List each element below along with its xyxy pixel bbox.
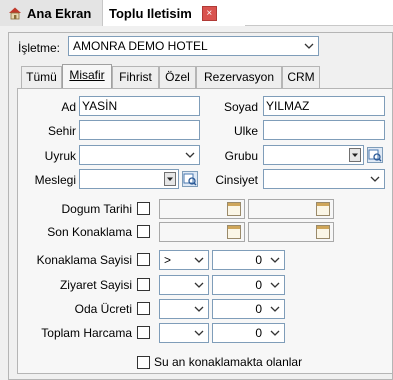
oda-ucreti-checkbox[interactable] [137, 302, 150, 315]
ziyaret-sayisi-label: Ziyaret Sayisi [59, 278, 132, 292]
grubu-select[interactable] [263, 145, 364, 165]
grubu-label: Grubu [224, 149, 258, 163]
son-konaklama-end[interactable] [248, 222, 334, 242]
son-konaklama-checkbox[interactable] [137, 225, 150, 238]
oda-ucreti-operator[interactable] [159, 299, 209, 319]
konaklama-sayisi-number: 0 [255, 253, 262, 267]
chevron-down-icon [369, 172, 381, 186]
tab-tumu[interactable]: Tümü [21, 66, 62, 88]
meslegi-select[interactable] [79, 169, 179, 189]
home-icon [8, 6, 22, 20]
sehir-label: Sehir [47, 124, 76, 138]
konaklama-sayisi-operator[interactable]: > [159, 250, 209, 270]
oda-ucreti-number: 0 [255, 302, 262, 316]
toplam-harcama-operator[interactable] [159, 323, 209, 343]
calendar-icon[interactable] [316, 225, 330, 239]
dogum-tarihi-checkbox[interactable] [137, 202, 150, 215]
ad-label: Ad [61, 100, 76, 114]
konaklama-sayisi-checkbox[interactable] [137, 253, 150, 266]
cinsiyet-label: Cinsiyet [215, 173, 258, 187]
su-an-konaklamakta-checkbox[interactable] [137, 356, 150, 369]
isletme-label: İşletme: [18, 41, 61, 55]
tab-ozel[interactable]: Özel [159, 66, 196, 88]
ziyaret-sayisi-value[interactable]: 0 [212, 275, 285, 295]
toplam-harcama-checkbox[interactable] [137, 326, 150, 339]
soyad-label: Soyad [223, 100, 258, 114]
oda-ucreti-value[interactable]: 0 [212, 299, 285, 319]
oda-ucreti-label: Oda Ücreti [74, 302, 132, 316]
chevron-down-icon [193, 253, 205, 267]
toplam-harcama-value[interactable]: 0 [212, 323, 285, 343]
chevron-down-icon [269, 326, 281, 340]
konaklama-sayisi-operator-value: > [164, 253, 172, 267]
uyruk-label: Uyruk [44, 149, 76, 163]
cinsiyet-select[interactable] [263, 169, 385, 189]
chevron-down-icon [269, 253, 281, 267]
chevron-down-icon[interactable] [164, 172, 176, 186]
isletme-select[interactable]: AMONRA DEMO HOTEL [68, 36, 319, 56]
chevron-down-icon [193, 326, 205, 340]
meslegi-label: Meslegi [34, 173, 76, 187]
tab-crm[interactable]: CRM [282, 66, 320, 88]
calendar-icon[interactable] [227, 202, 241, 216]
chevron-down-icon [303, 39, 315, 53]
konaklama-sayisi-label: Konaklama Sayisi [36, 253, 132, 267]
ulke-field[interactable] [263, 120, 385, 140]
chevron-down-icon [193, 302, 205, 316]
tab-fihrist[interactable]: Fihrist [112, 66, 159, 88]
sehir-field[interactable] [79, 120, 200, 140]
soyad-field[interactable]: YILMAZ [263, 96, 385, 116]
ziyaret-sayisi-number: 0 [255, 278, 262, 292]
chevron-down-icon [193, 278, 205, 292]
dogum-tarihi-end[interactable] [248, 199, 334, 219]
toplam-harcama-number: 0 [255, 326, 262, 340]
tab-rezervasyon[interactable]: Rezervasyon [196, 66, 282, 88]
close-icon[interactable]: × [201, 5, 217, 21]
dogum-tarihi-start[interactable] [159, 199, 245, 219]
ziyaret-sayisi-checkbox[interactable] [137, 278, 150, 291]
toplu-iletisim-tab[interactable]: Toplu Iletisim × [103, 0, 245, 26]
lookup-icon[interactable] [367, 147, 383, 163]
dogum-tarihi-label: Dogum Tarihi [61, 202, 132, 216]
ziyaret-sayisi-operator[interactable] [159, 275, 209, 295]
chevron-down-icon[interactable] [349, 148, 361, 162]
home-tab-label: Ana Ekran [27, 5, 92, 21]
ulke-label: Ulke [233, 124, 258, 138]
isletme-value: AMONRA DEMO HOTEL [73, 39, 208, 53]
uyruk-select[interactable] [79, 145, 200, 165]
ad-field[interactable]: YASİN [79, 96, 200, 116]
toplam-harcama-label: Toplam Harcama [41, 326, 132, 340]
tab-misafir[interactable]: Misafir [62, 64, 112, 89]
chevron-down-icon [269, 278, 281, 292]
chevron-down-icon [184, 148, 196, 162]
document-tab-strip: Ana Ekran Toplu Iletisim × [0, 0, 393, 26]
active-tab-label: Toplu Iletisim [109, 5, 192, 21]
su-an-konaklamakta-label: Su an konaklamakta olanlar [154, 355, 303, 369]
konaklama-sayisi-value[interactable]: 0 [212, 250, 285, 270]
calendar-icon[interactable] [227, 225, 241, 239]
home-tab[interactable]: Ana Ekran [0, 0, 103, 26]
chevron-down-icon [269, 302, 281, 316]
calendar-icon[interactable] [316, 202, 330, 216]
lookup-icon[interactable] [182, 171, 198, 187]
son-konaklama-start[interactable] [159, 222, 245, 242]
son-konaklama-label: Son Konaklama [47, 225, 132, 239]
